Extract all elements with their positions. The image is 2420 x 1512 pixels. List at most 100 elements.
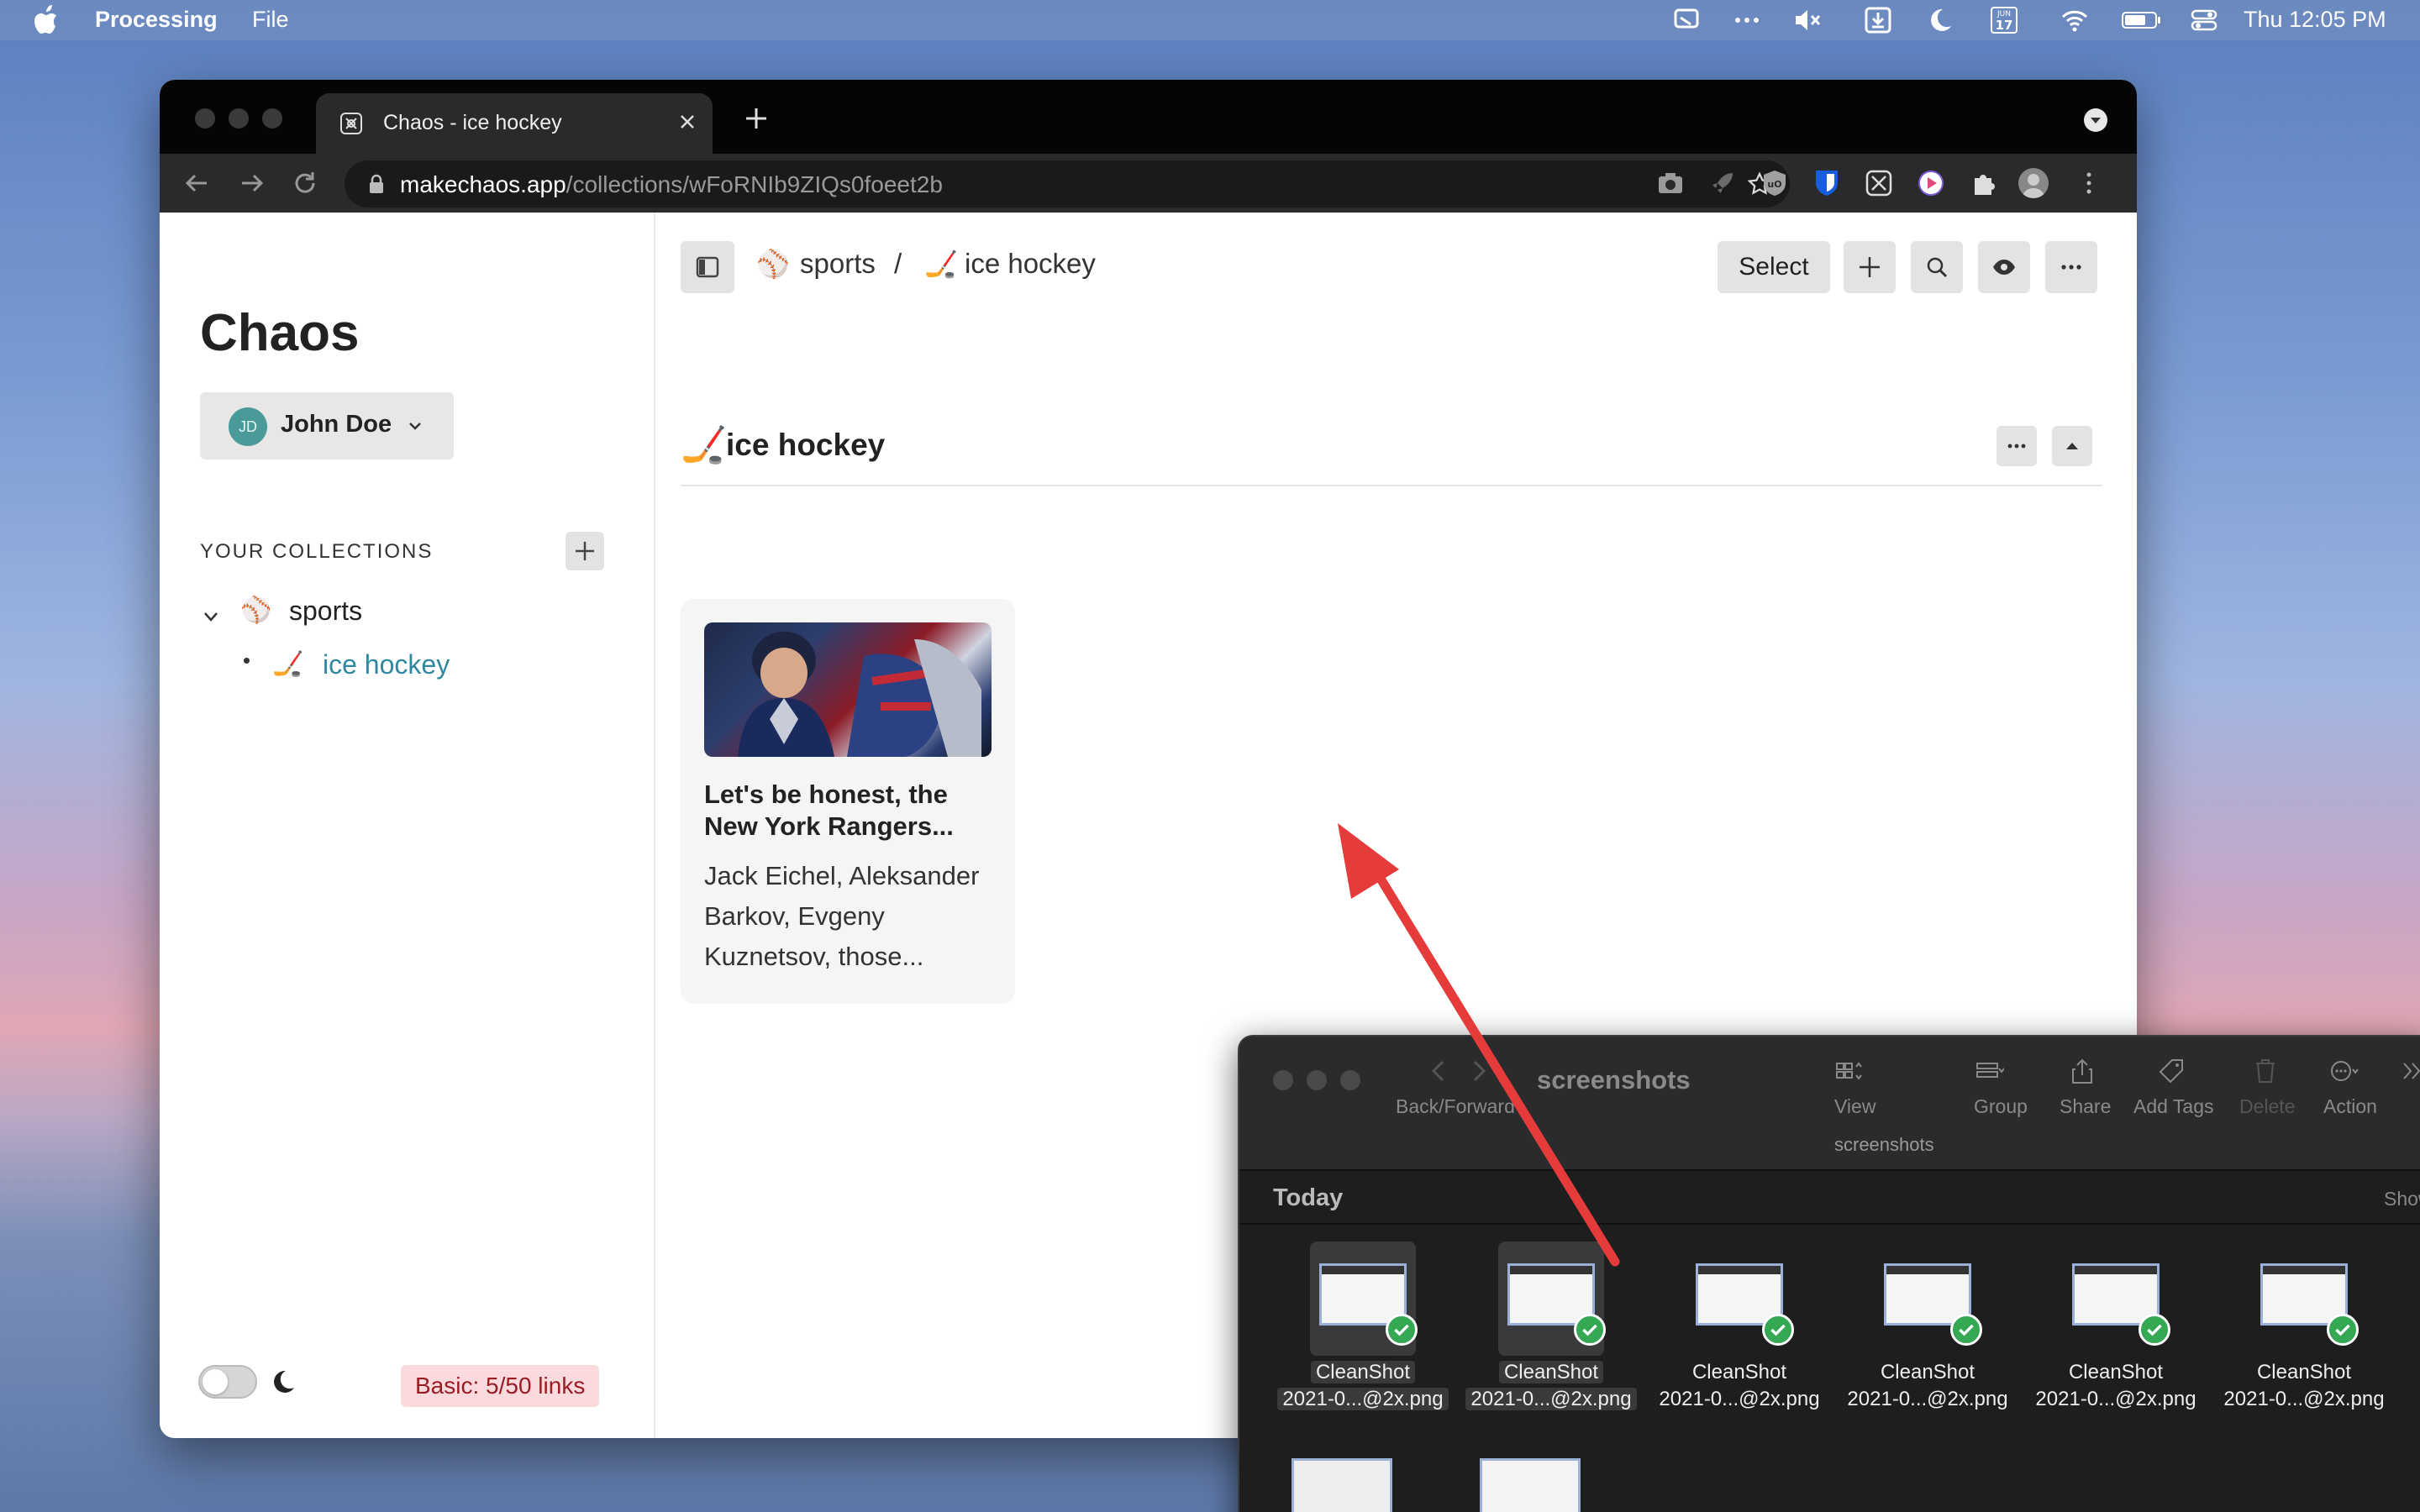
- new-tab-icon[interactable]: [743, 105, 770, 132]
- file-item[interactable]: CleanShot 2021-0...@2x.png: [1273, 1242, 1449, 1435]
- more-dots-icon[interactable]: [1733, 6, 1761, 34]
- address-url[interactable]: makechaos.app/collections/wFoRNIb9ZIQs0f…: [400, 171, 943, 198]
- sidebar-item-ice-hockey[interactable]: ice hockey: [323, 649, 450, 680]
- finder-zoom-button[interactable]: [1340, 1070, 1360, 1090]
- file-item[interactable]: CleanShot 2021-0...@2x.png: [2214, 1242, 2385, 1435]
- hockey-photo-image: [738, 632, 981, 757]
- file-name[interactable]: CleanShot 2021-0...@2x.png: [2026, 1359, 2206, 1413]
- show-more-link[interactable]: Show: [2384, 1188, 2420, 1210]
- profile-photo-icon: [2022, 174, 2045, 198]
- window-close-button[interactable]: [195, 108, 215, 129]
- thumbnail-titlebar: [1886, 1266, 1969, 1274]
- checkmark-icon: [2139, 1314, 2170, 1346]
- file-item[interactable]: CleanShot 2021-0...@2x.png: [1838, 1242, 2008, 1435]
- breadcrumb-sports[interactable]: sports: [800, 248, 876, 280]
- tag-icon[interactable]: [2157, 1057, 2186, 1085]
- plan-usage-badge[interactable]: Basic: 5/50 links: [401, 1365, 600, 1407]
- file-item[interactable]: CleanShot 2021-0...@2x.png: [1649, 1242, 1820, 1435]
- add-tags-tool-label[interactable]: Add Tags: [2133, 1095, 2213, 1118]
- file-item[interactable]: CleanShot 2021-0...@2x.png: [1461, 1242, 1637, 1435]
- action-tool-label[interactable]: Action: [2323, 1095, 2377, 1118]
- reload-icon[interactable]: [289, 167, 321, 199]
- toggle-sidebar-button[interactable]: [681, 241, 734, 293]
- file-name[interactable]: CleanShot 2021-0...@2x.png: [1461, 1359, 1641, 1413]
- window-zoom-button[interactable]: [262, 108, 282, 129]
- delete-tool-label[interactable]: Delete: [2239, 1095, 2295, 1118]
- calendar-icon[interactable]: JUN 17: [1990, 6, 2018, 34]
- sidebar-item-sports[interactable]: sports: [289, 596, 362, 627]
- view-tool-label[interactable]: View: [1834, 1095, 1876, 1118]
- puzzle-extensions-icon[interactable]: [1968, 168, 1998, 198]
- apple-icon[interactable]: [34, 3, 62, 37]
- cast-icon[interactable]: [1672, 6, 1701, 34]
- rocket-extension-icon[interactable]: [1707, 168, 1738, 198]
- lock-icon[interactable]: [368, 174, 385, 194]
- window-minimize-button[interactable]: [229, 108, 249, 129]
- tab-search-button[interactable]: [2084, 108, 2107, 132]
- file-thumbnail-partial[interactable]: [1480, 1458, 1581, 1512]
- group-tool-label[interactable]: Group: [1974, 1095, 2028, 1118]
- thumbnail-titlebar: [1322, 1266, 1404, 1274]
- back-chevron-icon[interactable]: [1424, 1057, 1453, 1085]
- bitwarden-shield-icon[interactable]: [1812, 168, 1842, 198]
- add-collection-button[interactable]: [566, 532, 604, 570]
- battery-icon[interactable]: [2121, 6, 2163, 34]
- back-arrow-icon[interactable]: [182, 167, 213, 199]
- chaos-extension-icon[interactable]: [1864, 168, 1894, 198]
- view-options-button[interactable]: [1978, 241, 2030, 293]
- file-name[interactable]: CleanShot 2021-0...@2x.png: [1273, 1359, 1453, 1413]
- forward-arrow-icon[interactable]: [235, 167, 267, 199]
- icon-view-icon[interactable]: [1834, 1057, 1863, 1085]
- profile-avatar[interactable]: [2018, 168, 2049, 198]
- search-button[interactable]: [1911, 241, 1963, 293]
- toggle-knob: [203, 1369, 228, 1394]
- download-icon[interactable]: [1864, 6, 1892, 34]
- file-name[interactable]: CleanShot 2021-0...@2x.png: [1838, 1359, 2018, 1413]
- finder-close-button[interactable]: [1273, 1070, 1293, 1090]
- camera-extension-icon[interactable]: [1655, 168, 1686, 198]
- chaos-favicon-icon: [340, 113, 362, 134]
- trash-icon[interactable]: [2251, 1057, 2280, 1085]
- dark-mode-toggle[interactable]: [198, 1365, 257, 1399]
- close-tab-icon[interactable]: [676, 110, 699, 134]
- more-options-button[interactable]: [2045, 241, 2097, 293]
- breadcrumb-ice-hockey[interactable]: ice hockey: [965, 248, 1096, 280]
- app-menu-processing[interactable]: Processing: [95, 7, 218, 33]
- group-icon[interactable]: [1975, 1057, 2004, 1085]
- ublock-shield-icon[interactable]: uO: [1760, 168, 1790, 198]
- file-name[interactable]: CleanShot 2021-0...@2x.png: [1649, 1359, 1829, 1413]
- user-menu-button[interactable]: JD John Doe: [200, 392, 454, 459]
- plus-icon: [576, 542, 594, 560]
- action-ellipsis-icon[interactable]: [2330, 1057, 2359, 1085]
- browser-tab-active[interactable]: Chaos - ice hockey: [316, 93, 713, 154]
- section-more-button[interactable]: [1996, 426, 2037, 466]
- hockey-stick-icon: 🏒: [681, 424, 727, 465]
- wifi-icon[interactable]: [2060, 6, 2089, 34]
- menubar-clock[interactable]: Thu 12:05 PM: [2244, 7, 2386, 33]
- share-icon[interactable]: [2068, 1057, 2096, 1085]
- player-extension-icon[interactable]: [1916, 168, 1946, 198]
- card-title[interactable]: Let's be honest, the New York Rangers...: [704, 779, 998, 843]
- volume-muted-icon[interactable]: [1793, 6, 1822, 34]
- baseball-icon: ⚾: [240, 596, 272, 624]
- file-thumbnail-partial[interactable]: [1292, 1458, 1392, 1512]
- address-bar[interactable]: makechaos.app/collections/wFoRNIb9ZIQs0f…: [345, 160, 1790, 207]
- search-icon: [1927, 257, 1948, 278]
- card-thumbnail[interactable]: [704, 622, 992, 757]
- file-item[interactable]: CleanShot 2021-0...@2x.png: [2026, 1242, 2196, 1435]
- control-center-icon[interactable]: [2190, 6, 2218, 34]
- file-name[interactable]: CleanShot 2021-0...@2x.png: [2214, 1359, 2394, 1413]
- finder-minimize-button[interactable]: [1307, 1070, 1327, 1090]
- chevron-down-icon[interactable]: [202, 607, 220, 626]
- browser-menu-icon[interactable]: [2074, 168, 2104, 198]
- forward-chevron-icon[interactable]: [1465, 1057, 1493, 1085]
- moon-icon[interactable]: [1926, 6, 1954, 34]
- select-button[interactable]: Select: [1718, 241, 1830, 293]
- link-card[interactable]: Let's be honest, the New York Rangers...…: [681, 599, 1015, 1004]
- collapse-section-button[interactable]: [2052, 426, 2092, 466]
- card-description: Jack Eichel, Aleksander Barkov, Evgeny K…: [704, 861, 980, 971]
- add-link-button[interactable]: [1844, 241, 1896, 293]
- menu-file[interactable]: File: [252, 7, 289, 33]
- share-tool-label[interactable]: Share: [2060, 1095, 2111, 1118]
- toolbar-overflow-icon[interactable]: [2399, 1057, 2420, 1085]
